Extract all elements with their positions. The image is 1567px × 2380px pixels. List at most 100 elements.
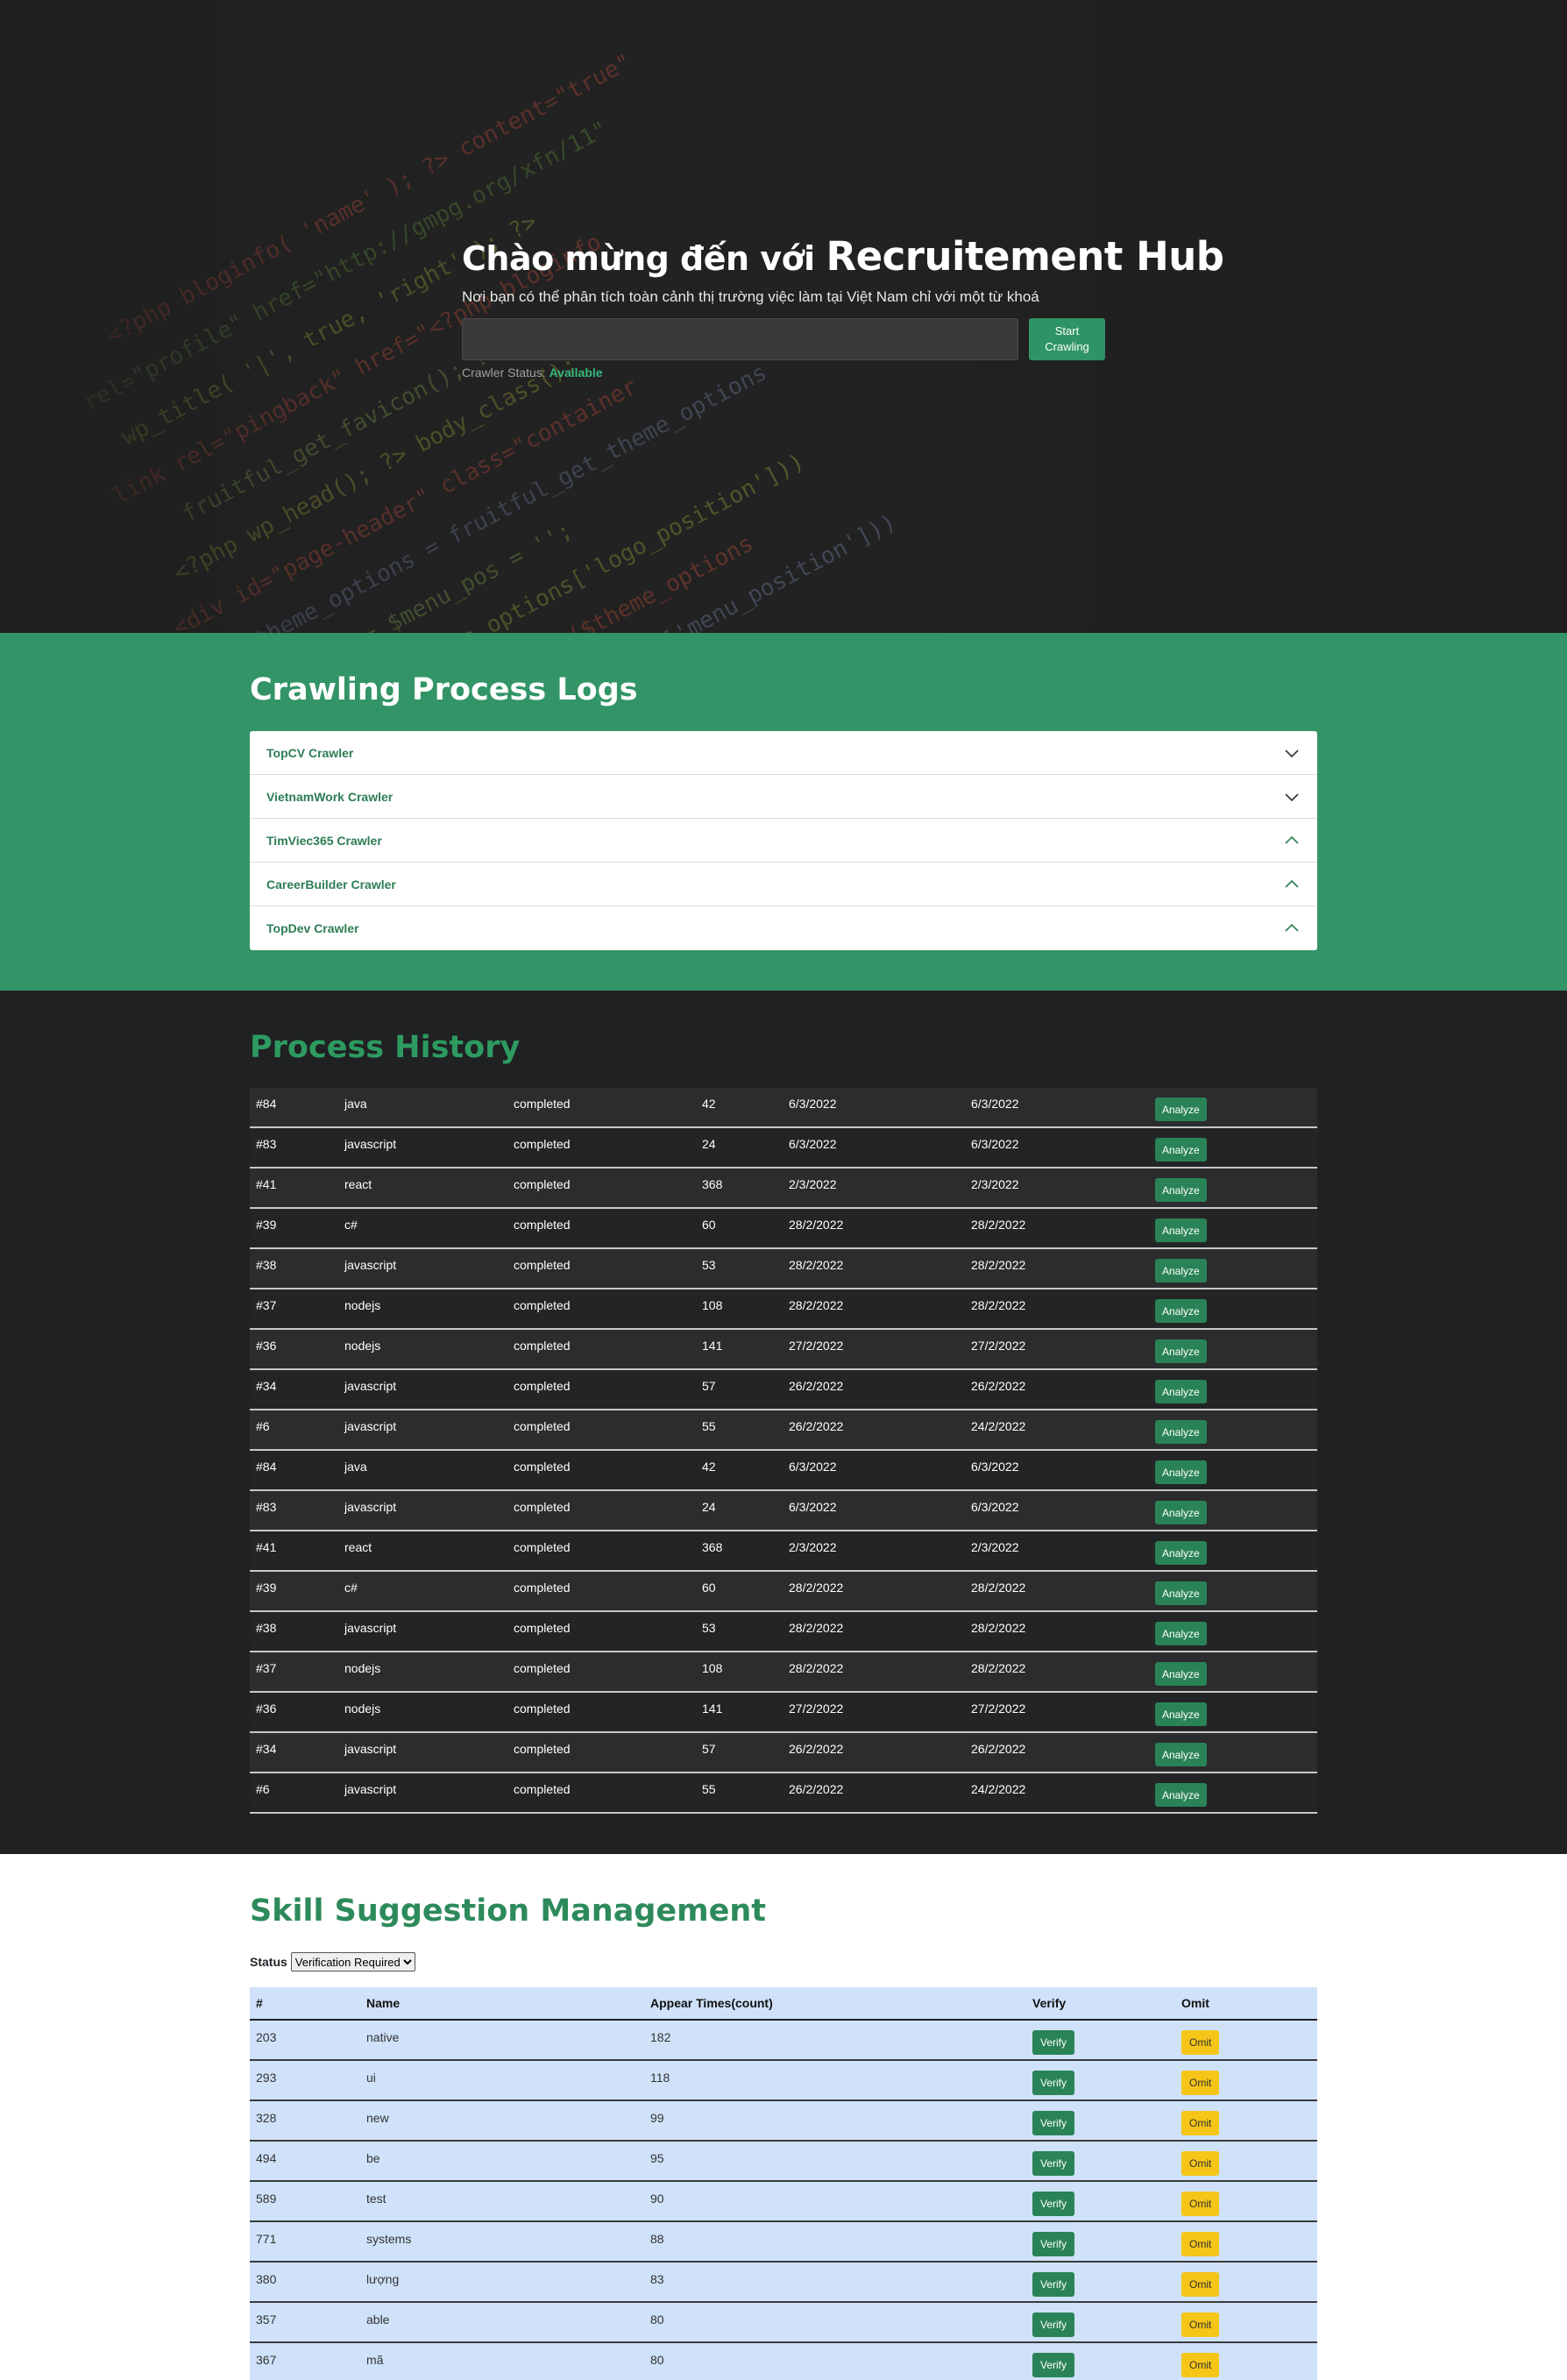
header-id: # <box>256 1996 263 2010</box>
row-keyword: nodejs <box>344 1339 381 1353</box>
analyze-button[interactable]: Analyze <box>1155 1662 1207 1686</box>
status-select[interactable]: Verification Required <box>290 1952 415 1971</box>
analyze-button[interactable]: Analyze <box>1155 1299 1207 1323</box>
row-id: #36 <box>256 1339 277 1353</box>
row-status: completed <box>514 1298 571 1312</box>
row-start-date: 28/2/2022 <box>789 1298 844 1312</box>
analyze-button[interactable]: Analyze <box>1155 1460 1207 1484</box>
accordion-label: VietnamWork Crawler <box>266 789 394 804</box>
accordion-item-topcv[interactable]: TopCV Crawler <box>250 731 1317 775</box>
accordion-label: TopCV Crawler <box>266 745 354 760</box>
row-status: completed <box>514 1702 571 1716</box>
row-end-date: 28/2/2022 <box>971 1298 1026 1312</box>
row-count: 60 <box>702 1218 716 1232</box>
accordion-item-timviec365[interactable]: TimViec365 Crawler <box>250 819 1317 863</box>
verify-button[interactable]: Verify <box>1032 2192 1075 2216</box>
analyze-button[interactable]: Analyze <box>1155 1380 1207 1403</box>
analyze-button[interactable]: Analyze <box>1155 1218 1207 1242</box>
analyze-button[interactable]: Analyze <box>1155 1622 1207 1645</box>
row-keyword: react <box>344 1540 372 1554</box>
skill-suggestion-section: Skill Suggestion Management Status Verif… <box>0 1854 1567 2380</box>
verify-button[interactable]: Verify <box>1032 2151 1075 2176</box>
accordion-item-topdev[interactable]: TopDev Crawler <box>250 906 1317 950</box>
verify-button[interactable]: Verify <box>1032 2111 1075 2135</box>
row-start-date: 28/2/2022 <box>789 1661 844 1675</box>
keyword-input[interactable] <box>462 318 1018 360</box>
row-count: 368 <box>702 1177 723 1191</box>
analyze-button[interactable]: Analyze <box>1155 1581 1207 1605</box>
analyze-button[interactable]: Analyze <box>1155 1259 1207 1282</box>
row-count: 53 <box>702 1621 716 1635</box>
row-end-date: 2/3/2022 <box>971 1177 1019 1191</box>
row-id: #83 <box>256 1500 277 1514</box>
omit-button[interactable]: Omit <box>1181 2030 1220 2055</box>
omit-button[interactable]: Omit <box>1181 2192 1220 2216</box>
table-row: 367 mã 80 Verify Omit <box>250 2343 1317 2380</box>
verify-button[interactable]: Verify <box>1032 2353 1075 2377</box>
row-status: completed <box>514 1742 571 1756</box>
skill-count: 80 <box>650 2313 664 2327</box>
verify-button[interactable]: Verify <box>1032 2071 1075 2095</box>
analyze-button[interactable]: Analyze <box>1155 1541 1207 1565</box>
verify-button[interactable]: Verify <box>1032 2030 1075 2055</box>
row-start-date: 6/3/2022 <box>789 1500 837 1514</box>
row-start-date: 26/2/2022 <box>789 1782 844 1796</box>
verify-button[interactable]: Verify <box>1032 2313 1075 2337</box>
row-keyword: javascript <box>344 1500 397 1514</box>
analyze-button[interactable]: Analyze <box>1155 1420 1207 1444</box>
omit-button[interactable]: Omit <box>1181 2272 1220 2297</box>
start-crawling-label-2: Crawling <box>1045 340 1089 353</box>
analyze-button[interactable]: Analyze <box>1155 1501 1207 1524</box>
omit-button[interactable]: Omit <box>1181 2111 1220 2135</box>
row-count: 42 <box>702 1097 716 1111</box>
verify-button[interactable]: Verify <box>1032 2232 1075 2256</box>
skill-name: native <box>366 2030 400 2044</box>
row-keyword: nodejs <box>344 1702 381 1716</box>
analyze-button[interactable]: Analyze <box>1155 1098 1207 1121</box>
verify-button[interactable]: Verify <box>1032 2272 1075 2297</box>
start-crawling-button[interactable]: Start Crawling <box>1029 318 1105 360</box>
row-count: 57 <box>702 1742 716 1756</box>
row-id: #34 <box>256 1742 277 1756</box>
row-count: 368 <box>702 1540 723 1554</box>
accordion-item-vietnamwork[interactable]: VietnamWork Crawler <box>250 775 1317 819</box>
omit-button[interactable]: Omit <box>1181 2071 1220 2095</box>
skill-name: systems <box>366 2232 412 2246</box>
chevron-down-icon <box>1285 792 1299 801</box>
analyze-button[interactable]: Analyze <box>1155 1178 1207 1202</box>
row-id: #6 <box>256 1782 270 1796</box>
table-header-row: # Name Appear Times(count) Verify Omit <box>250 1987 1317 2021</box>
table-row: #39 c# completed 60 28/2/2022 28/2/2022 Analyz… <box>250 1572 1317 1612</box>
status-filter: Status Verification Required <box>250 1952 415 1971</box>
analyze-button[interactable]: Analyze <box>1155 1138 1207 1162</box>
analyze-button[interactable]: Analyze <box>1155 1783 1207 1807</box>
row-keyword: javascript <box>344 1137 397 1151</box>
table-row: #39 c# completed 60 28/2/2022 28/2/2022 Analyz… <box>250 1209 1317 1249</box>
omit-button[interactable]: Omit <box>1181 2313 1220 2337</box>
skill-name: ui <box>366 2071 376 2085</box>
skill-count: 88 <box>650 2232 664 2246</box>
omit-button[interactable]: Omit <box>1181 2232 1220 2256</box>
analyze-button[interactable]: Analyze <box>1155 1702 1207 1726</box>
row-id: #39 <box>256 1581 277 1595</box>
table-row: #38 javascript completed 53 28/2/2022 28/2/20… <box>250 1612 1317 1652</box>
row-id: #41 <box>256 1540 277 1554</box>
row-start-date: 27/2/2022 <box>789 1339 844 1353</box>
accordion-item-careerbuilder[interactable]: CareerBuilder Crawler <box>250 863 1317 906</box>
row-end-date: 28/2/2022 <box>971 1621 1026 1635</box>
chevron-up-icon <box>1285 923 1299 932</box>
analyze-button[interactable]: Analyze <box>1155 1339 1207 1363</box>
omit-button[interactable]: Omit <box>1181 2151 1220 2176</box>
row-end-date: 28/2/2022 <box>971 1661 1026 1675</box>
table-row: 357 able 80 Verify Omit <box>250 2303 1317 2343</box>
hero-content: Chào mừng đến với Recruitement Hub Nơi b… <box>462 232 1224 380</box>
row-keyword: javascript <box>344 1621 397 1635</box>
row-count: 42 <box>702 1460 716 1474</box>
row-end-date: 24/2/2022 <box>971 1419 1026 1433</box>
row-count: 141 <box>702 1702 723 1716</box>
row-status: completed <box>514 1661 571 1675</box>
table-row: #6 javascript completed 55 26/2/2022 24/2/202… <box>250 1410 1317 1451</box>
omit-button[interactable]: Omit <box>1181 2353 1220 2377</box>
analyze-button[interactable]: Analyze <box>1155 1743 1207 1766</box>
row-start-date: 28/2/2022 <box>789 1621 844 1635</box>
